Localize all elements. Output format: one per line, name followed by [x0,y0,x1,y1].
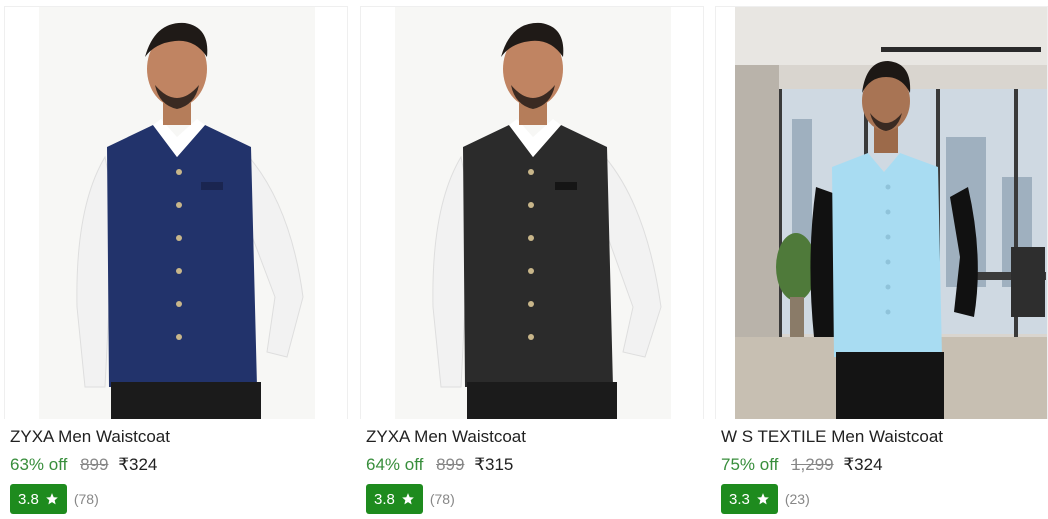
product-title[interactable]: ZYXA Men Waistcoat [366,427,526,447]
product-card[interactable]: ZYXA Men Waistcoat 64% off 899 ₹315 3.8 … [360,6,704,518]
rating-value: 3.8 [374,490,395,508]
product-title[interactable]: ZYXA Men Waistcoat [10,427,170,447]
rating-row: 3.8 (78) [366,484,455,514]
rating-badge: 3.3 [721,484,778,514]
rating-value: 3.8 [18,490,39,508]
product-card[interactable]: ZYXA Men Waistcoat 63% off 899 ₹324 3.8 … [4,6,348,518]
price-row: 75% off 1,299 ₹324 [721,455,883,475]
product-title[interactable]: W S TEXTILE Men Waistcoat [721,427,943,447]
rating-row: 3.3 (23) [721,484,810,514]
selling-price: ₹324 [118,455,158,474]
price-row: 63% off 899 ₹324 [10,455,157,475]
product-image[interactable] [715,6,1048,419]
rating-badge: 3.8 [366,484,423,514]
product-card[interactable]: W S TEXTILE Men Waistcoat 75% off 1,299 … [715,6,1048,518]
star-icon [402,493,414,505]
rating-badge: 3.8 [10,484,67,514]
selling-price: ₹324 [843,455,883,474]
rating-count: (78) [73,491,99,507]
rating-value: 3.3 [729,490,750,508]
product-image[interactable] [4,6,348,419]
discount-label: 75% off [721,455,779,474]
original-price: 899 [436,455,465,474]
rating-count: (78) [429,491,455,507]
original-price: 899 [80,455,109,474]
selling-price: ₹315 [474,455,514,474]
product-image[interactable] [360,6,704,419]
rating-row: 3.8 (78) [10,484,99,514]
discount-label: 63% off [10,455,68,474]
rating-count: (23) [784,491,810,507]
star-icon [46,493,58,505]
discount-label: 64% off [366,455,424,474]
price-row: 64% off 899 ₹315 [366,455,513,475]
star-icon [757,493,769,505]
original-price: 1,299 [791,455,834,474]
